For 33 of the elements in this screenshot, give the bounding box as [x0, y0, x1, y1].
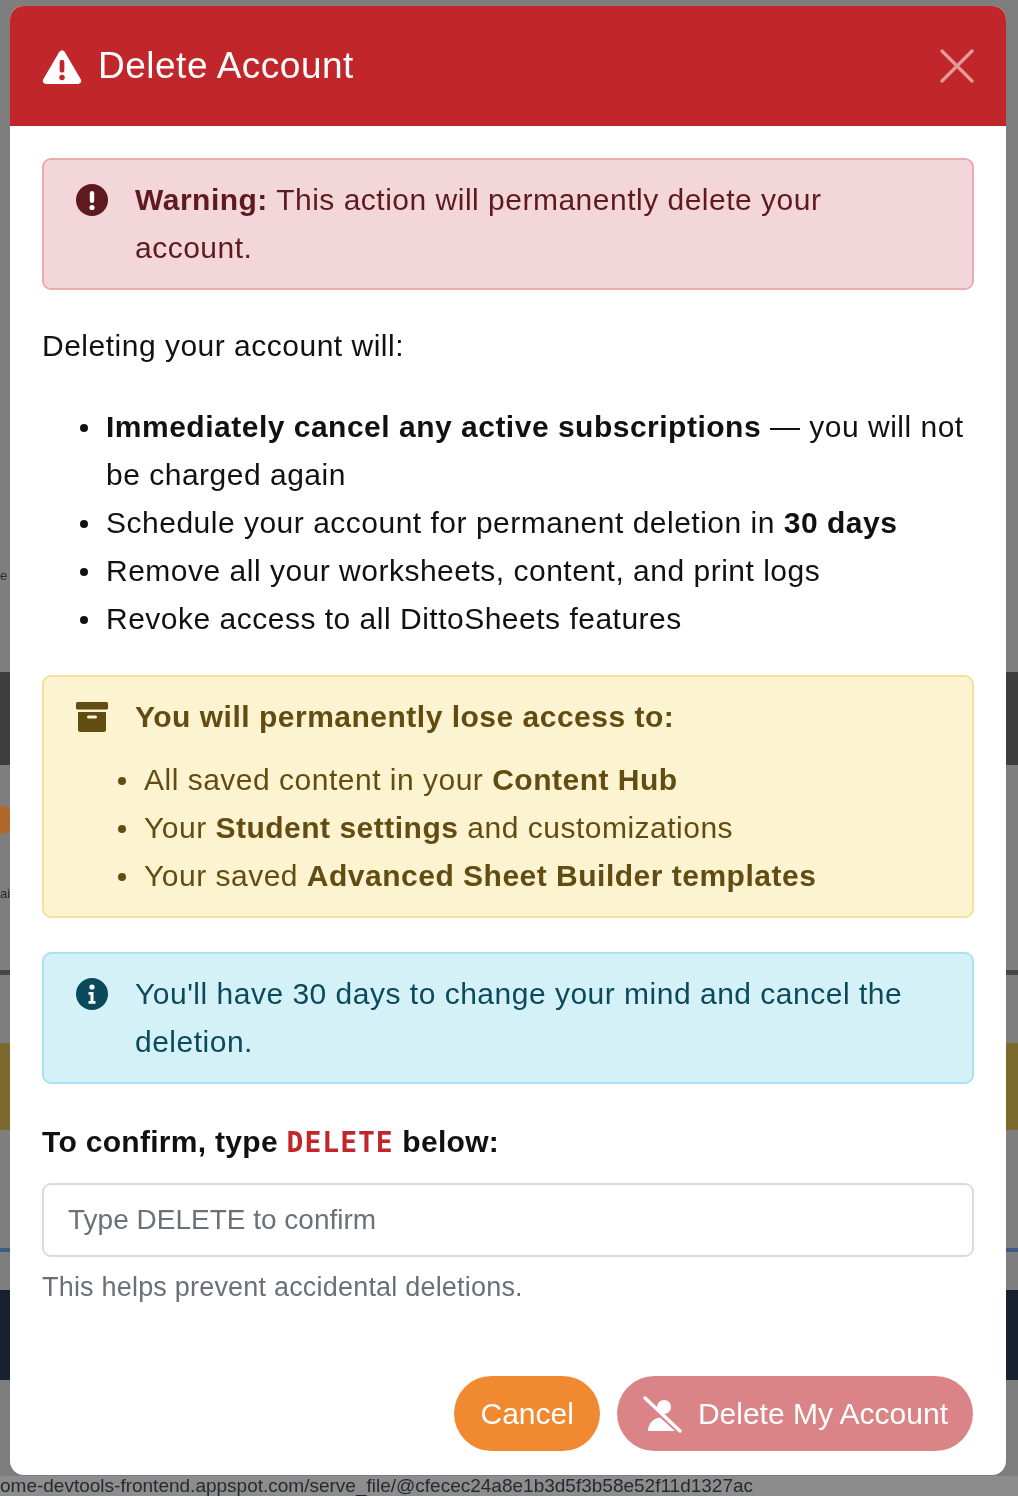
- bullet-icon: [118, 873, 126, 881]
- warning-icon: [42, 48, 82, 84]
- exclamation-icon: [76, 184, 108, 216]
- bullet-icon: [80, 424, 88, 432]
- list-item-text: Your saved Advanced Sheet Builder templates: [144, 858, 817, 894]
- bullet-icon: [118, 825, 126, 833]
- status-url: ome-devtools-frontend.appspot.com/serve_file/@cfecec24a8e1b3d5f3b58e52f11d1327ac: [0, 1476, 754, 1496]
- info-icon: [76, 978, 108, 1010]
- bullet-icon: [80, 616, 88, 624]
- confirm-input[interactable]: Type DELETE to confirm: [42, 1183, 974, 1257]
- list-item-text: Schedule your account for permanent deletion in 30 days: [106, 505, 899, 541]
- close-icon: [940, 49, 974, 83]
- close-button[interactable]: [940, 49, 974, 83]
- archive-box-icon: [76, 702, 108, 732]
- confirm-label: To confirm, type DELETE below:: [42, 1124, 501, 1161]
- dialog-title: Delete Account: [98, 44, 355, 88]
- warning-message: Warning: This action will permanently delete your account.: [135, 182, 823, 266]
- bullet-icon: [80, 568, 88, 576]
- text-fragment: ai: [0, 886, 11, 902]
- list-item-text: All saved content in your Content Hub: [144, 762, 679, 798]
- info-message: You'll have 30 days to change your mind and cancel the deletion.: [135, 976, 904, 1060]
- text-fragment: e: [0, 568, 8, 584]
- bullet-icon: [80, 520, 88, 528]
- user-slash-icon: [641, 1394, 682, 1433]
- list-item-text: Revoke access to all DittoSheets features: [106, 601, 683, 637]
- list-item-text: Remove all your worksheets, content, and print logs: [106, 553, 822, 589]
- intro-text: Deleting your account will:: [42, 328, 405, 364]
- notice-heading: You will permanently lose access to:: [135, 699, 675, 735]
- help-text: This helps prevent accidental deletions.: [42, 1271, 524, 1304]
- cancel-button[interactable]: Cancel: [454, 1376, 600, 1451]
- bullet-icon: [118, 777, 126, 785]
- list-item-text: Immediately cancel any active subscriptions — you will not be charged again: [106, 409, 965, 493]
- list-item-text: Your Student settings and customizations: [144, 810, 735, 846]
